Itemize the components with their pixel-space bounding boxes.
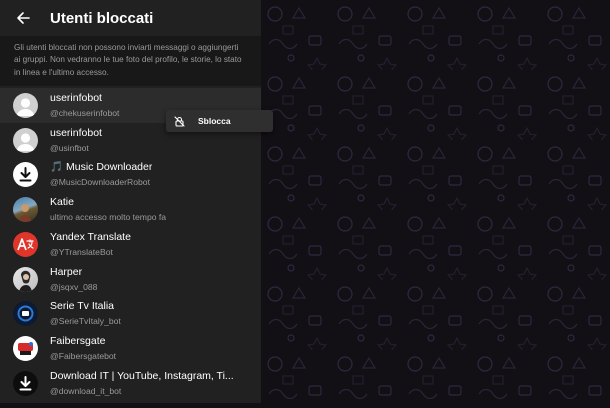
doodle-pattern <box>261 0 610 403</box>
download-icon-avatar <box>13 162 38 188</box>
user-handle: @usinfbot <box>50 142 89 153</box>
blocked-users-info: Gli utenti bloccati non possono inviarti… <box>0 36 261 87</box>
user-handle: @SerieTvItaly_bot <box>50 316 121 327</box>
download-icon-avatar <box>13 370 38 396</box>
logo-avatar <box>13 301 38 327</box>
unblock-icon <box>174 115 185 127</box>
user-name: Katie <box>50 196 74 209</box>
user-name: 🎵 Music Downloader <box>50 161 153 174</box>
blocked-user-row[interactable]: Serie Tv Italia @SerieTvItaly_bot <box>0 296 261 331</box>
photo-avatar <box>13 266 38 292</box>
user-handle: @Faibersgatebot <box>50 350 117 361</box>
blocked-user-row[interactable]: Yandex Translate @YTranslateBot <box>0 227 261 262</box>
default-user-avatar <box>13 127 38 153</box>
user-name: userinfobot <box>50 126 102 139</box>
user-handle: @chekuserinfobot <box>50 108 120 119</box>
arrow-left-icon <box>17 12 30 24</box>
logo-avatar <box>13 335 38 361</box>
user-handle: @download_it_bot <box>50 385 122 396</box>
user-name: Yandex Translate <box>50 230 131 243</box>
user-name: Download IT | YouTube, Instagram, Ti... <box>50 369 234 382</box>
user-handle: @YTranslateBot <box>50 246 113 257</box>
user-name: userinfobot <box>50 92 102 105</box>
user-name: Harper <box>50 265 83 278</box>
blocked-users-list: userinfobot @chekuserinfobot userinfobot… <box>0 86 261 400</box>
chat-background <box>261 0 610 403</box>
back-button[interactable] <box>12 7 34 29</box>
blocked-users-panel: Utenti bloccati Gli utenti bloccati non … <box>0 0 261 403</box>
user-handle: @MusicDownloaderRobot <box>50 177 150 188</box>
panel-header: Utenti bloccati <box>0 0 261 36</box>
unblock-label: Sblocca <box>198 116 231 126</box>
user-name: Serie Tv Italia <box>50 300 114 313</box>
user-handle: @jsqxv_088 <box>50 281 98 292</box>
user-handle: ultimo accesso molto tempo fa <box>50 212 167 223</box>
unblock-menu-item[interactable]: Sblocca <box>166 110 273 132</box>
translate-icon-avatar <box>13 231 38 257</box>
blocked-user-row[interactable]: Download IT | YouTube, Instagram, Ti... … <box>0 366 261 401</box>
photo-avatar <box>13 197 38 223</box>
blocked-user-row[interactable]: Faibersgate @Faibersgatebot <box>0 331 261 366</box>
blocked-user-row[interactable]: 🎵 Music Downloader @MusicDownloaderRobot <box>0 158 261 193</box>
blocked-user-row[interactable]: Katie ultimo accesso molto tempo fa <box>0 192 261 227</box>
page-title: Utenti bloccati <box>50 9 154 27</box>
blocked-user-row[interactable]: Harper @jsqxv_088 <box>0 262 261 297</box>
default-user-avatar <box>13 93 38 119</box>
user-name: Faibersgate <box>50 334 106 347</box>
